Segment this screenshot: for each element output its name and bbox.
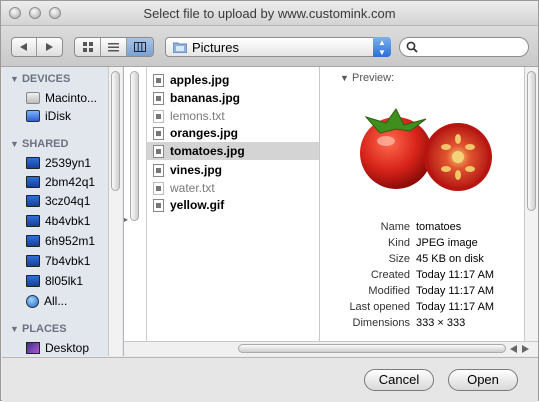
- file-row-bananas[interactable]: bananas.jpg: [147, 89, 319, 107]
- sidebar-scroll-thumb[interactable]: [111, 71, 120, 191]
- sidebar-item-idisk[interactable]: iDisk: [26, 107, 71, 125]
- image-file-icon: [153, 126, 164, 140]
- places-header: ▼ PLACES: [10, 323, 67, 335]
- sidebar-item-7b4vbk1[interactable]: 7b4vbk1: [26, 252, 90, 270]
- view-mode-buttons: [74, 37, 154, 57]
- list-view-button[interactable]: [101, 38, 127, 56]
- back-button[interactable]: [12, 38, 37, 56]
- sidebar-item-2539yn1[interactable]: 2539yn1: [26, 154, 91, 172]
- folder-icon: [173, 42, 187, 53]
- search-icon: [406, 41, 418, 53]
- shared-header: ▼ SHARED: [10, 138, 69, 150]
- file-row-yellow[interactable]: yellow.gif: [147, 196, 319, 214]
- monitor-icon: [26, 235, 40, 247]
- file-row-vines[interactable]: vines.jpg: [147, 161, 319, 179]
- monitor-icon: [26, 255, 40, 267]
- column-browser: ▸ apples.jpg bananas.jpg lemons.txt oran…: [124, 67, 538, 341]
- open-button[interactable]: Open: [448, 369, 518, 391]
- monitor-icon: [26, 275, 40, 287]
- back-forward-buttons: [11, 37, 63, 57]
- image-file-icon: [153, 91, 164, 105]
- horizontal-scroll-thumb[interactable]: [238, 344, 506, 353]
- preview-pane: ▼ Preview: Name tomatoes Kind JPEG image…: [320, 67, 538, 341]
- image-file-icon: [153, 144, 164, 158]
- monitor-icon: [26, 195, 40, 207]
- idisk-icon: [26, 110, 40, 122]
- desktop-icon: [26, 342, 40, 354]
- sidebar: ▼ DEVICES Macinto... iDisk ▼ SHARED 2539…: [2, 67, 124, 356]
- tomatoes-preview-image: [360, 108, 492, 191]
- devices-header: ▼ DEVICES: [10, 73, 71, 85]
- back-arrow-icon: [20, 43, 27, 51]
- column-view-button[interactable]: [126, 38, 153, 56]
- text-file-icon: [153, 109, 164, 123]
- forward-arrow-icon: [45, 43, 53, 51]
- file-open-dialog: Select file to upload by www.customink.c…: [0, 0, 539, 402]
- file-row-apples[interactable]: apples.jpg: [147, 71, 319, 89]
- meta-kind: Kind JPEG image: [387, 237, 478, 249]
- sidebar-item-4b4vbk1[interactable]: 4b4vbk1: [26, 212, 90, 230]
- dialog-button-bar: Cancel Open: [2, 357, 538, 402]
- image-file-icon: [153, 73, 164, 87]
- sidebar-item-3cz04q1[interactable]: 3cz04q1: [26, 192, 90, 210]
- location-popup[interactable]: Pictures ▲ ▼: [165, 37, 391, 57]
- preview-scrollbar[interactable]: [524, 67, 538, 341]
- monitor-icon: [26, 215, 40, 227]
- file-row-water: water.txt: [147, 179, 319, 197]
- sidebar-scrollbar[interactable]: [108, 67, 122, 356]
- image-file-icon: [153, 198, 164, 212]
- column-view-icon: [133, 42, 146, 52]
- sidebar-item-2bm42q1[interactable]: 2bm42q1: [26, 173, 95, 191]
- search-field[interactable]: [399, 37, 529, 57]
- parent-column: ▸: [124, 67, 147, 341]
- column-arrow-icon: ▸: [124, 215, 129, 224]
- location-label: Pictures: [192, 40, 239, 55]
- preview-scroll-thumb[interactable]: [527, 71, 536, 211]
- sidebar-item-8l05lk1[interactable]: 8l05lk1: [26, 272, 83, 290]
- files-column: apples.jpg bananas.jpg lemons.txt orange…: [147, 67, 326, 341]
- text-file-icon: [153, 181, 164, 195]
- scroll-right-arrow-icon[interactable]: [522, 345, 530, 353]
- network-globe-icon: [26, 294, 39, 308]
- meta-name: Name tomatoes: [380, 221, 462, 233]
- browser-horizontal-scrollbar[interactable]: [124, 341, 538, 356]
- title-bar: Select file to upload by www.customink.c…: [1, 1, 538, 26]
- hard-disk-icon: [26, 92, 40, 104]
- window-title: Select file to upload by www.customink.c…: [143, 6, 396, 21]
- parent-column-scroll-thumb[interactable]: [130, 71, 139, 221]
- sidebar-item-all[interactable]: All...: [26, 292, 67, 310]
- list-view-icon: [108, 42, 119, 51]
- icon-view-button[interactable]: [75, 38, 102, 56]
- meta-modified: Modified Today 11:17 AM: [368, 285, 495, 297]
- sidebar-item-desktop[interactable]: Desktop: [26, 339, 89, 356]
- monitor-icon: [26, 157, 40, 169]
- meta-created: Created Today 11:17 AM: [370, 269, 495, 281]
- icon-view-icon: [82, 42, 93, 52]
- file-row-lemons: lemons.txt: [147, 107, 319, 125]
- meta-size: Size 45 KB on disk: [388, 253, 484, 265]
- meta-last-opened: Last opened Today 11:17 AM: [349, 301, 495, 313]
- popup-arrows-icon: ▲ ▼: [373, 37, 391, 57]
- file-row-tomatoes[interactable]: tomatoes.jpg: [147, 142, 319, 160]
- sidebar-item-macintosh[interactable]: Macinto...: [26, 89, 97, 107]
- preview-label: ▼ Preview:: [340, 72, 395, 84]
- file-row-oranges[interactable]: oranges.jpg: [147, 124, 319, 142]
- cancel-button[interactable]: Cancel: [364, 369, 434, 391]
- monitor-icon: [26, 176, 40, 188]
- scroll-left-arrow-icon[interactable]: [510, 345, 518, 353]
- meta-dimensions: Dimensions 333 × 333: [352, 317, 466, 329]
- image-file-icon: [153, 163, 164, 177]
- forward-button[interactable]: [37, 38, 62, 56]
- sidebar-item-6h952m1[interactable]: 6h952m1: [26, 232, 95, 250]
